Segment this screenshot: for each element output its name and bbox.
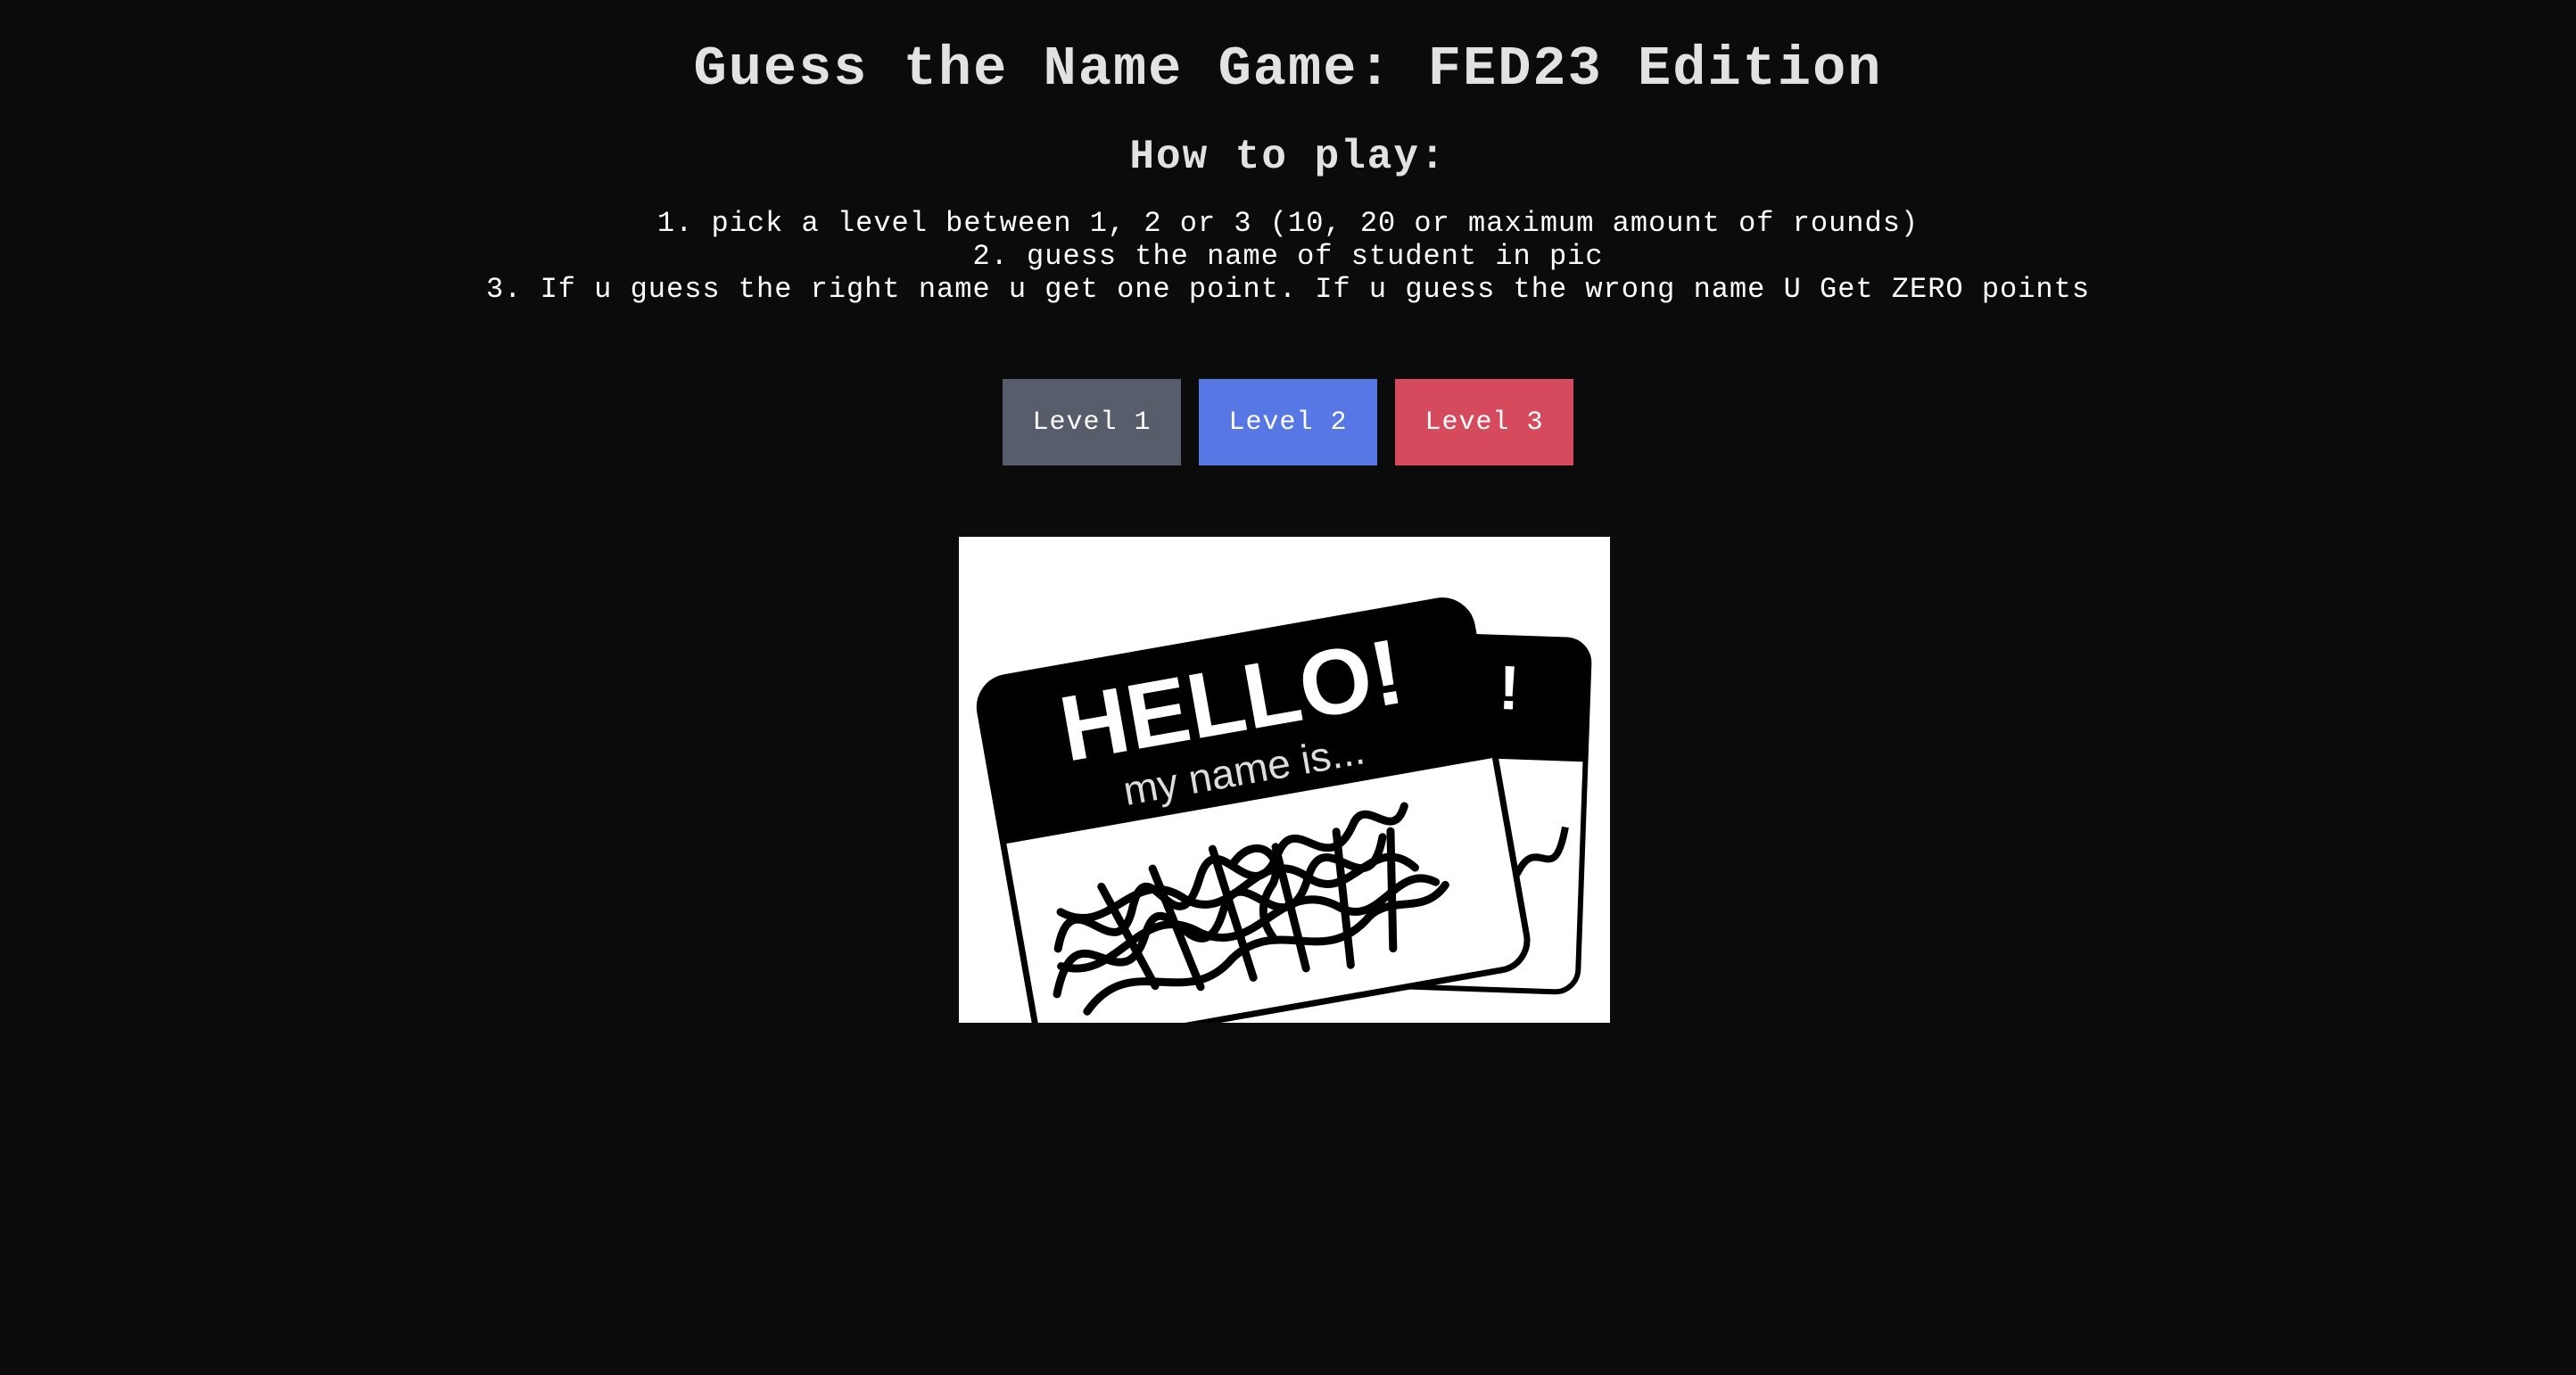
level-2-button[interactable]: Level 2 xyxy=(1199,379,1377,465)
page-title: Guess the Name Game: FED23 Edition xyxy=(693,37,1883,101)
name-tag-illustration: ! HELLO! my name is... xyxy=(976,597,1592,1023)
level-buttons: Level 1 Level 2 Level 3 xyxy=(0,379,2576,465)
rules-list: 1. pick a level between 1, 2 or 3 (10, 2… xyxy=(0,207,2576,306)
how-to-play-heading: How to play: xyxy=(1129,134,1447,180)
level-1-button[interactable]: Level 1 xyxy=(1003,379,1181,465)
student-picture: ! HELLO! my name is... xyxy=(959,537,1610,1023)
back-sticker-mark: ! xyxy=(1498,653,1521,723)
level-3-button[interactable]: Level 3 xyxy=(1395,379,1573,465)
rule-item: 2. guess the name of student in pic xyxy=(972,240,1604,273)
rule-item: 1. pick a level between 1, 2 or 3 (10, 2… xyxy=(656,207,1920,240)
rule-item: 3. If u guess the right name u get one p… xyxy=(485,273,2091,306)
